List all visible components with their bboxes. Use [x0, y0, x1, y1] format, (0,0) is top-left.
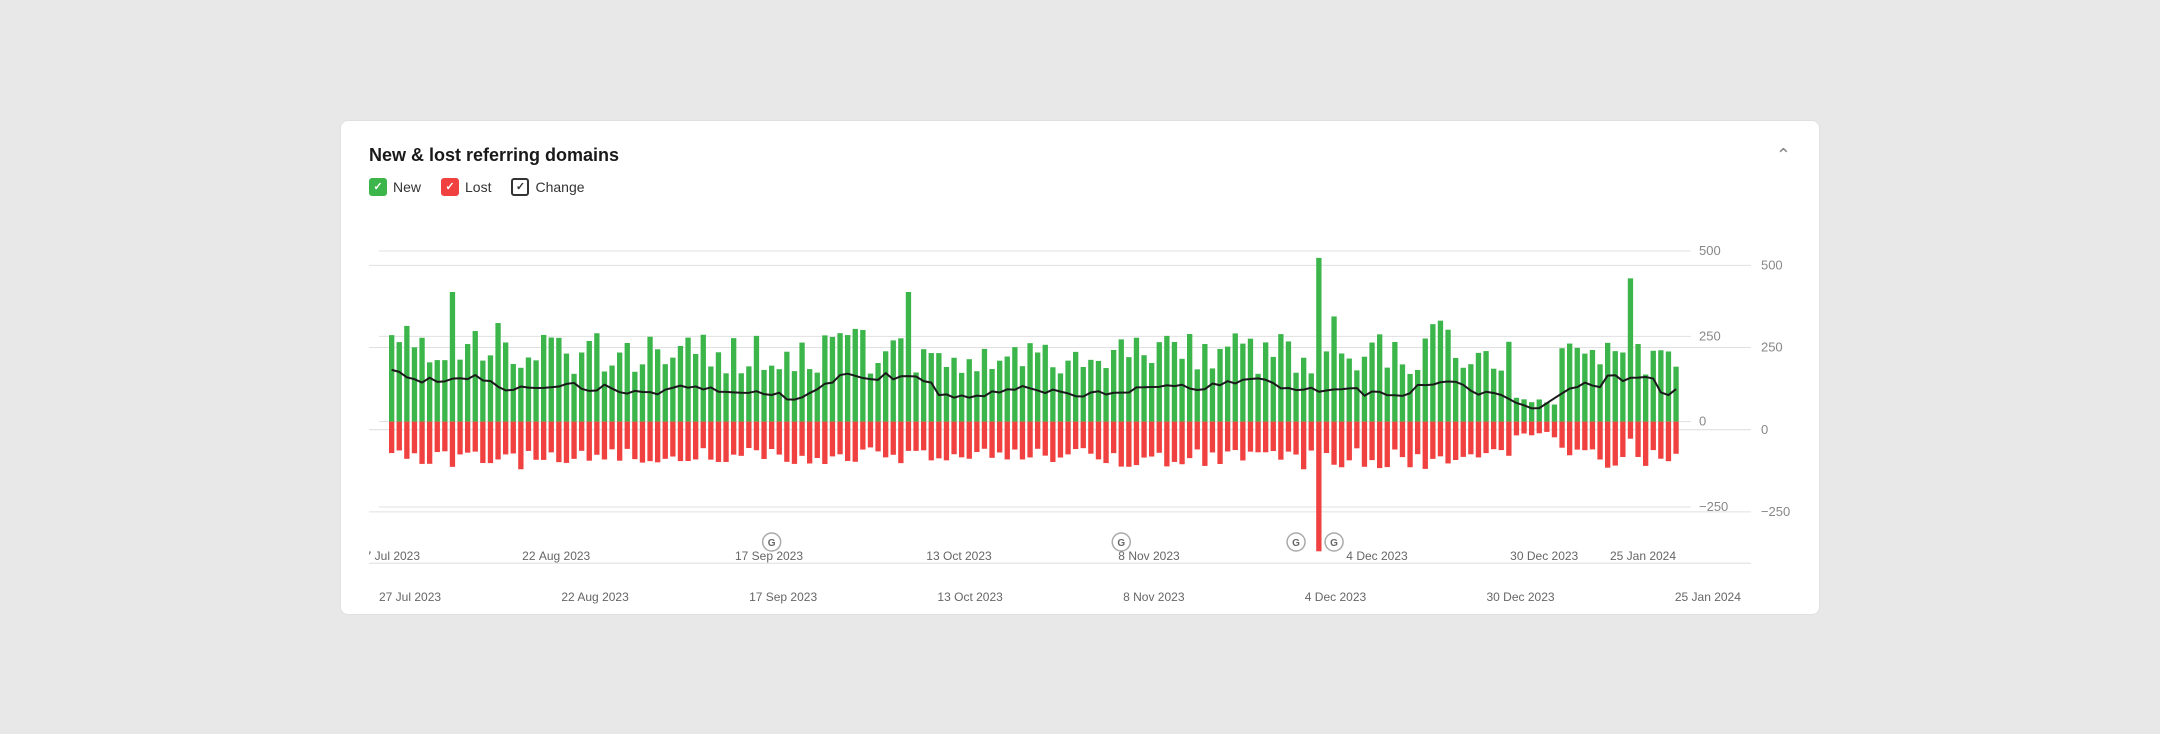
svg-text:−250: −250 [1761, 503, 1790, 518]
x-axis-labels: 27 Jul 2023 22 Aug 2023 17 Sep 2023 13 O… [369, 590, 1751, 604]
x-label-7: 30 Dec 2023 [1486, 590, 1554, 604]
legend-item-new: ✓ New [369, 178, 421, 196]
chart-canvas [369, 214, 1741, 564]
x-label-2: 22 Aug 2023 [561, 590, 628, 604]
card-title: New & lost referring domains [369, 145, 619, 166]
legend-label-lost: Lost [465, 179, 491, 195]
legend-item-lost: ✓ Lost [441, 178, 491, 196]
chart-card: New & lost referring domains ⌃ ✓ New ✓ L… [340, 120, 1820, 615]
x-label-1: 27 Jul 2023 [379, 590, 441, 604]
x-label-8: 25 Jan 2024 [1675, 590, 1741, 604]
svg-text:250: 250 [1761, 339, 1783, 354]
legend-label-new: New [393, 179, 421, 195]
card-header: New & lost referring domains ⌃ [369, 145, 1791, 166]
legend-checkbox-change [511, 178, 529, 196]
chart-area: 500 250 0 −250 27 Jul 2023 22 Aug 2023 1… [369, 214, 1791, 594]
chart-legend: ✓ New ✓ Lost Change [369, 178, 1791, 196]
collapse-button[interactable]: ⌃ [1776, 145, 1791, 166]
svg-text:500: 500 [1761, 257, 1783, 272]
legend-label-change: Change [535, 179, 584, 195]
x-label-4: 13 Oct 2023 [937, 590, 1002, 604]
legend-checkbox-new: ✓ [369, 178, 387, 196]
legend-item-change: Change [511, 178, 584, 196]
x-label-3: 17 Sep 2023 [749, 590, 817, 604]
legend-checkbox-lost: ✓ [441, 178, 459, 196]
svg-text:0: 0 [1761, 421, 1768, 436]
x-label-5: 8 Nov 2023 [1123, 590, 1184, 604]
x-label-6: 4 Dec 2023 [1305, 590, 1366, 604]
